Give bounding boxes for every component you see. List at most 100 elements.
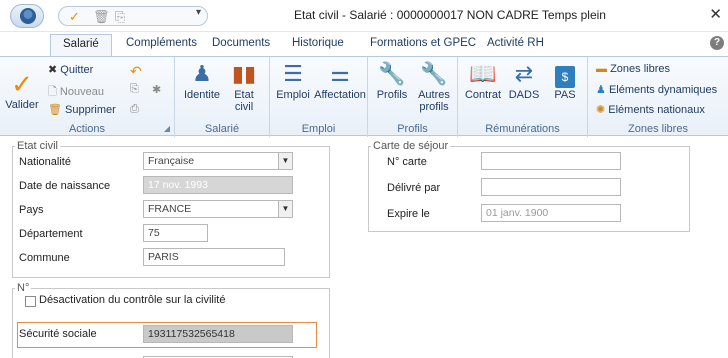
nouveau-label: Nouveau xyxy=(59,86,104,98)
print-icon[interactable]: ⎙ xyxy=(130,103,139,116)
nationalite-label: Nationalité xyxy=(19,156,71,168)
etat-civil-label-1: Etat xyxy=(234,89,254,101)
tools-icon[interactable]: ✱ xyxy=(152,83,161,96)
pas-button[interactable]: $ PAS xyxy=(546,61,584,101)
group-actions-label: Actions xyxy=(68,123,106,135)
group-remunerations-label: Rémunérations xyxy=(485,123,560,135)
valider-button[interactable]: ✓ Valider xyxy=(4,71,40,111)
expire-le-field[interactable]: 01 janv. 1900 xyxy=(481,204,621,222)
identite-label: Identite xyxy=(183,89,221,101)
group-profils: 🔧 Profils 🔧 Autres profils Profils xyxy=(368,57,458,137)
emploi-button[interactable]: ☰ Emploi xyxy=(274,61,312,101)
numero-carte-label: N° carte xyxy=(387,156,427,168)
ribbon-tabs: Salarié Compléments Documents Historique… xyxy=(0,32,728,57)
duplicate-icon[interactable]: ⎘ xyxy=(130,83,139,96)
delivre-par-label: Délivré par xyxy=(387,182,441,194)
window-title: Etat civil - Salarié : 0000000017 NON CA… xyxy=(294,8,606,22)
ribbon: ✓ Valider ✖ Quitter 🗋 Nouveau 🗑 Supprime… xyxy=(0,56,728,137)
etat-civil-legend: Etat civil xyxy=(17,140,58,152)
book-open-icon: 📖 xyxy=(469,61,497,86)
application-menu-button[interactable] xyxy=(10,4,44,28)
nouveau-button[interactable]: 🗋 Nouveau xyxy=(48,83,104,102)
list-icon: ☰ xyxy=(283,61,303,86)
wrench-icon: 🔧 xyxy=(420,61,448,86)
dads-label: DADS xyxy=(508,89,540,101)
date-naissance-label: Date de naissance xyxy=(19,180,111,192)
supprimer-label: Supprimer xyxy=(65,104,116,116)
etat-civil-label-2: civil xyxy=(234,101,254,113)
nationalite-select[interactable]: Française ▼ xyxy=(143,152,293,170)
securite-sociale-label: Sécurité sociale xyxy=(19,328,97,340)
elements-nationaux-label: Eléments nationaux xyxy=(608,104,705,116)
tab-complements[interactable]: Compléments xyxy=(126,37,197,49)
valider-label: Valider xyxy=(5,99,39,111)
tab-formations-gpec[interactable]: Formations et GPEC xyxy=(370,37,476,49)
tab-salarie[interactable]: Salarié xyxy=(50,34,112,57)
quick-access-toolbar: ✓ 🗑 ⎘ xyxy=(58,6,208,26)
etat-civil-fieldset: Etat civil Nationalité Française ▼ Date … xyxy=(12,140,330,278)
pas-label: PAS xyxy=(554,89,576,101)
commune-field[interactable]: PARIS xyxy=(143,248,285,266)
affectation-label: Affectation xyxy=(314,89,366,101)
dads-button[interactable]: ⇄ DADS xyxy=(504,61,544,101)
emploi-label: Emploi xyxy=(276,89,310,101)
group-salarie-label: Salarié xyxy=(204,123,240,135)
autres-profils-label-1: Autres xyxy=(418,89,450,101)
copy-icon[interactable]: ⎘ xyxy=(115,9,125,25)
zones-libres-button[interactable]: ▬ Zones libres xyxy=(596,63,670,75)
quitter-label: Quitter xyxy=(60,64,94,76)
contrat-button[interactable]: 📖 Contrat xyxy=(462,61,504,101)
supprimer-button[interactable]: 🗑 Supprimer xyxy=(48,103,116,116)
group-profils-label: Profils xyxy=(397,123,428,135)
checkmark-icon[interactable]: ✓ xyxy=(69,9,80,25)
trash-icon: 🗑 xyxy=(48,104,62,116)
etat-civil-form: Etat civil Nationalité Française ▼ Date … xyxy=(8,140,720,358)
dialog-launcher-icon[interactable]: ◢ xyxy=(164,124,170,133)
autres-profils-button[interactable]: 🔧 Autres profils xyxy=(412,61,456,113)
close-icon: ✖ xyxy=(48,64,58,76)
desactivation-label: Désactivation du contrôle sur la civilit… xyxy=(39,294,226,306)
tab-historique[interactable]: Historique xyxy=(292,37,344,49)
quitter-button[interactable]: ✖ Quitter xyxy=(48,63,93,76)
wrench-icon: 🔧 xyxy=(378,61,406,86)
numero-fieldset: N° Désactivation du contrôle sur la civi… xyxy=(12,282,330,358)
user-avatar-icon xyxy=(20,8,36,24)
group-remunerations: 📖 Contrat ⇄ DADS $ PAS Rémunérations xyxy=(458,57,588,137)
dropdown-arrow-icon: ▼ xyxy=(278,201,292,217)
transfer-icon: ⇄ xyxy=(514,61,534,86)
dropdown-arrow-icon: ▼ xyxy=(278,153,292,169)
close-icon[interactable]: ✕ xyxy=(709,5,722,23)
pays-label: Pays xyxy=(19,204,44,216)
departement-field[interactable]: 75 xyxy=(143,224,208,242)
tab-documents[interactable]: Documents xyxy=(212,37,270,49)
folder-icon: ▬ xyxy=(596,63,607,75)
affectation-button[interactable]: ⚌ Affectation xyxy=(312,61,368,101)
group-emploi: ☰ Emploi ⚌ Affectation Emploi xyxy=(270,57,368,137)
numero-carte-field[interactable] xyxy=(481,152,621,170)
tab-activite-rh[interactable]: Activité RH xyxy=(487,37,544,49)
group-zones-libres-label: Zones libres xyxy=(628,123,688,135)
desactivation-checkbox[interactable] xyxy=(25,296,36,307)
help-icon[interactable]: ? xyxy=(710,36,724,50)
delivre-par-field[interactable] xyxy=(481,178,621,196)
elements-nationaux-button[interactable]: ✺ Eléments nationaux xyxy=(596,103,705,116)
securite-sociale-field[interactable]: 193117532565418 xyxy=(143,325,293,343)
people-icon: ♟ xyxy=(596,84,606,96)
trash-icon[interactable]: 🗑 xyxy=(93,9,110,25)
undo-icon[interactable]: ↶ xyxy=(130,63,142,80)
new-document-icon: 🗋 xyxy=(48,86,57,98)
group-zones-libres: ▬ Zones libres ♟ Eléments dynamiques ✺ E… xyxy=(588,57,728,137)
contrat-label: Contrat xyxy=(464,89,502,101)
etat-civil-button[interactable]: ▮▮ Etat civil xyxy=(225,61,263,113)
checkmark-icon: ✓ xyxy=(11,69,33,99)
book-icon: ▮▮ xyxy=(231,61,257,86)
group-salarie: ♟ Identite ▮▮ Etat civil Salarié xyxy=(175,57,270,137)
identite-button[interactable]: ♟ Identite xyxy=(183,61,221,101)
autres-profils-label-2: profils xyxy=(419,101,449,113)
pays-select[interactable]: FRANCE ▼ xyxy=(143,200,293,218)
departement-label: Département xyxy=(19,228,83,240)
profils-button[interactable]: 🔧 Profils xyxy=(372,61,412,101)
organization-icon: ⚌ xyxy=(330,61,350,86)
elements-dynamiques-button[interactable]: ♟ Eléments dynamiques xyxy=(596,83,717,96)
nationalite-value: Française xyxy=(148,155,195,167)
